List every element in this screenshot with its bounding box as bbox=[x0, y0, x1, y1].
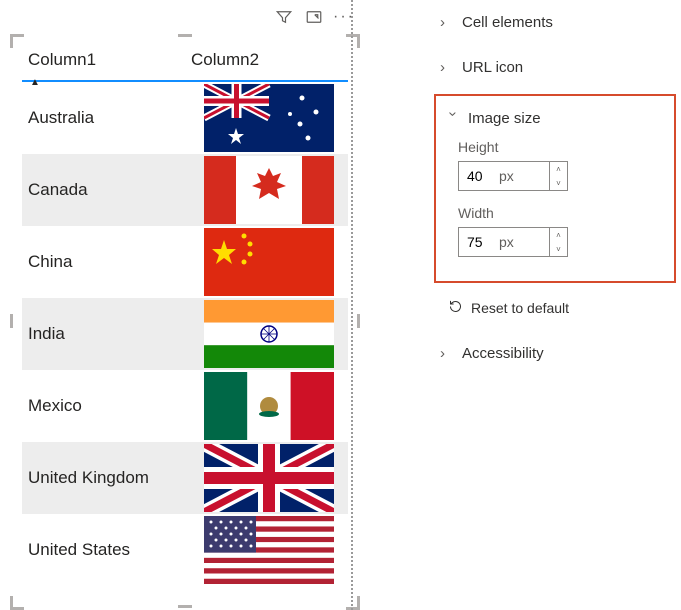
flag-india-icon bbox=[204, 300, 334, 368]
table-row[interactable]: India bbox=[22, 298, 348, 370]
chevron-right-icon: › bbox=[440, 14, 454, 31]
height-unit: px bbox=[499, 168, 549, 184]
width-step-down[interactable]: ˅ bbox=[550, 242, 567, 256]
selection-handle[interactable] bbox=[10, 596, 24, 610]
selection-handle[interactable] bbox=[346, 596, 360, 610]
section-image-size[interactable]: › Image size bbox=[436, 96, 674, 133]
reset-label: Reset to default bbox=[471, 300, 569, 316]
flag-cell bbox=[198, 298, 348, 370]
section-url-icon[interactable]: › URL icon bbox=[430, 45, 680, 90]
reset-icon bbox=[448, 299, 463, 317]
width-spinner[interactable]: px ˄ ˅ bbox=[458, 227, 568, 257]
width-unit: px bbox=[499, 234, 549, 250]
focus-mode-icon[interactable] bbox=[304, 7, 324, 27]
column-header-1[interactable]: Column1 ▲ bbox=[22, 46, 185, 74]
reset-to-default[interactable]: Reset to default bbox=[430, 293, 680, 331]
section-label: Image size bbox=[468, 110, 541, 127]
section-cell-elements[interactable]: › Cell elements bbox=[430, 0, 680, 45]
chevron-right-icon: › bbox=[440, 345, 454, 362]
flag-usa-icon bbox=[204, 516, 334, 584]
table-row[interactable]: Canada bbox=[22, 154, 348, 226]
flag-canada-icon bbox=[204, 156, 334, 224]
data-table: Column1 ▲ Column2 Australia Canada China In… bbox=[22, 46, 348, 586]
format-panel: › Cell elements › URL icon › Image size … bbox=[430, 0, 680, 376]
column-header-1-label: Column1 bbox=[28, 50, 96, 69]
flag-cell bbox=[198, 226, 348, 298]
flag-cell bbox=[198, 370, 348, 442]
section-label: URL icon bbox=[462, 59, 523, 76]
table-row[interactable]: China bbox=[22, 226, 348, 298]
country-name-cell: United States bbox=[22, 538, 198, 562]
selection-handle[interactable] bbox=[10, 314, 13, 328]
flag-mexico-icon bbox=[204, 372, 334, 440]
height-step-down[interactable]: ˅ bbox=[550, 176, 567, 190]
chevron-right-icon: › bbox=[440, 59, 454, 76]
visual-boundary-right bbox=[351, 0, 353, 610]
table-header-row: Column1 ▲ Column2 bbox=[22, 46, 348, 82]
country-name-cell: China bbox=[22, 250, 198, 274]
flag-cell bbox=[198, 514, 348, 586]
country-name-cell: United Kingdom bbox=[22, 466, 198, 490]
selection-handle[interactable] bbox=[346, 34, 360, 48]
width-step-up[interactable]: ˄ bbox=[550, 228, 567, 242]
flag-cell bbox=[198, 442, 348, 514]
selection-handle[interactable] bbox=[178, 605, 192, 608]
chevron-down-icon: › bbox=[445, 112, 462, 126]
column-header-2-label: Column2 bbox=[191, 50, 259, 69]
section-label: Accessibility bbox=[462, 345, 544, 362]
table-row[interactable]: United Kingdom bbox=[22, 442, 348, 514]
sort-ascending-icon: ▲ bbox=[30, 77, 40, 88]
selection-handle[interactable] bbox=[357, 314, 360, 328]
table-row[interactable]: Australia bbox=[22, 82, 348, 154]
table-row[interactable]: United States bbox=[22, 514, 348, 586]
flag-australia-icon bbox=[204, 84, 334, 152]
height-spinner[interactable]: px ˄ ˅ bbox=[458, 161, 568, 191]
height-label: Height bbox=[436, 133, 674, 159]
height-input[interactable] bbox=[459, 162, 499, 190]
flag-cell bbox=[198, 154, 348, 226]
country-name-cell: India bbox=[22, 322, 198, 346]
selection-handle[interactable] bbox=[178, 34, 192, 37]
flag-china-icon bbox=[204, 228, 334, 296]
column-header-2[interactable]: Column2 bbox=[185, 46, 348, 74]
country-name-cell: Mexico bbox=[22, 394, 198, 418]
visual-toolbar: ··· bbox=[274, 0, 354, 34]
flag-cell bbox=[198, 82, 348, 154]
filter-icon[interactable] bbox=[274, 7, 294, 27]
section-label: Cell elements bbox=[462, 14, 553, 31]
highlight-image-size: › Image size Height px ˄ ˅ Width px ˄ ˅ bbox=[434, 94, 676, 283]
country-name-cell: Australia bbox=[22, 106, 198, 130]
height-step-up[interactable]: ˄ bbox=[550, 162, 567, 176]
table-row[interactable]: Mexico bbox=[22, 370, 348, 442]
section-accessibility[interactable]: › Accessibility bbox=[430, 331, 680, 376]
country-name-cell: Canada bbox=[22, 178, 198, 202]
flag-uk-icon bbox=[204, 444, 334, 512]
width-label: Width bbox=[436, 199, 674, 225]
width-input[interactable] bbox=[459, 228, 499, 256]
